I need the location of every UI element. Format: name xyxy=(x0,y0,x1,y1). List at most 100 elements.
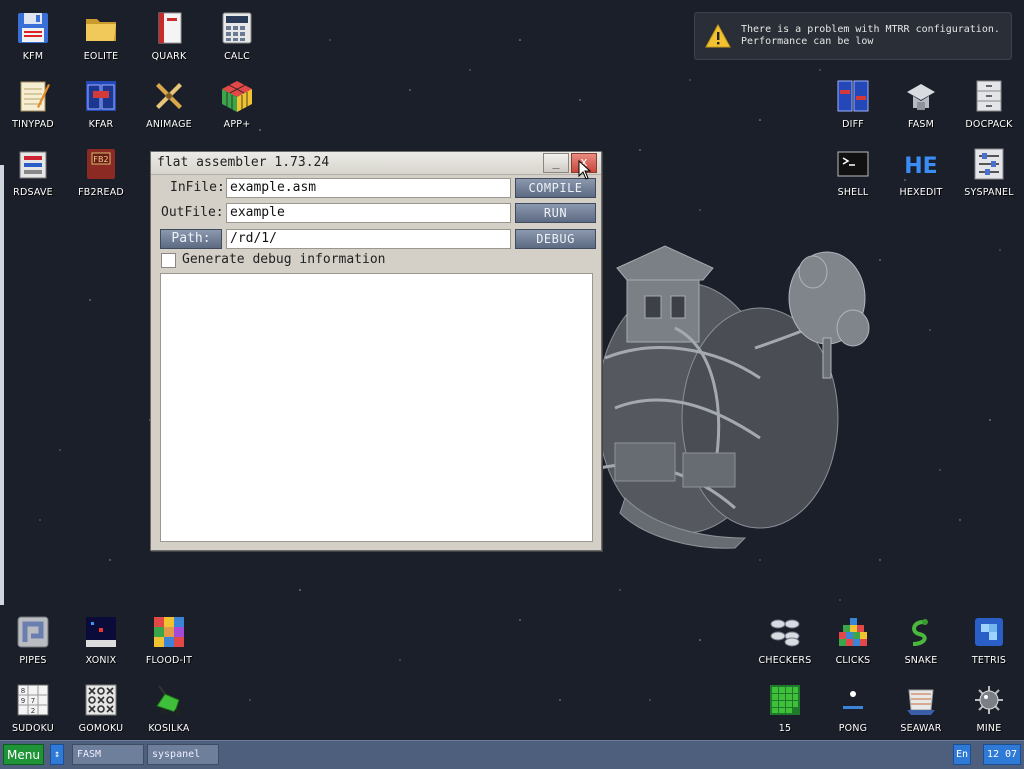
icon-label: HEXEDIT xyxy=(899,187,943,198)
icon-label: GOMOKU xyxy=(78,723,124,734)
desktop-icon-docpack[interactable]: DOCPACK xyxy=(956,74,1022,138)
color-grid-icon xyxy=(151,614,187,650)
notification-text: There is a problem with MTRR configurati… xyxy=(741,24,1000,48)
desktop-icon-animage[interactable]: ANIMAGE xyxy=(136,74,202,138)
desktop-icon-hexedit[interactable]: HE HEXEDIT xyxy=(888,142,954,206)
cube-icon xyxy=(219,78,255,114)
desktop-icon-syspanel[interactable]: SYSPANEL xyxy=(956,142,1022,206)
notification-line-1: There is a problem with MTRR configurati… xyxy=(741,24,1000,35)
desktop-icon-quark[interactable]: QUARK xyxy=(136,6,202,70)
fasm-icon xyxy=(903,78,939,114)
desktop-icon-sudoku[interactable]: 8 97 2 SUDOKU xyxy=(0,678,66,742)
sliders-icon xyxy=(971,146,1007,182)
disk-save-icon xyxy=(15,146,51,182)
treehouse-wallpaper-art xyxy=(596,245,870,549)
desktop-icon-flood-it[interactable]: FLOOD-IT xyxy=(136,610,202,674)
pipes-icon xyxy=(15,614,51,650)
language-indicator[interactable]: En xyxy=(953,744,971,765)
icon-label: KOSILKA xyxy=(148,723,190,734)
desktop-icon-snake[interactable]: SNAKE xyxy=(888,610,954,674)
ship-icon xyxy=(903,682,939,718)
desktop-icon-fifteen[interactable]: 15 xyxy=(752,678,818,742)
desktop-icon-kfm[interactable]: KFM xyxy=(0,6,66,70)
icon-label: CALC xyxy=(224,51,250,62)
taskbar-clock[interactable]: 12 07 xyxy=(983,744,1021,765)
desktop-icon-fasm[interactable]: FASM xyxy=(888,74,954,138)
icon-label: 15 xyxy=(778,723,792,734)
icon-label: DOCPACK xyxy=(965,119,1013,130)
folder-icon xyxy=(83,10,119,46)
svg-text:2: 2 xyxy=(31,707,35,715)
debug-info-label: Generate debug information xyxy=(182,252,386,267)
mouse-cursor-icon xyxy=(578,160,592,180)
desktop-icon-calc[interactable]: CALC xyxy=(204,6,270,70)
desktop-icon-rdsave[interactable]: RDSAVE xyxy=(0,142,66,206)
icon-label: FB2READ xyxy=(78,187,124,198)
desktop-icon-tetris[interactable]: TETRIS xyxy=(956,610,1022,674)
desktop-icon-kfar[interactable]: KFAR xyxy=(68,74,134,138)
book-icon xyxy=(151,10,187,46)
desktop-icon-xonix[interactable]: XONIX xyxy=(68,610,134,674)
terminal-icon xyxy=(835,146,871,182)
desktop-icon-fb2read[interactable]: FB2 FB2READ xyxy=(68,142,134,206)
icon-label: QUARK xyxy=(151,51,187,62)
lawnmower-icon xyxy=(151,682,187,718)
icon-label: DIFF xyxy=(842,119,864,130)
desktop-icon-pong[interactable]: PONG xyxy=(820,678,886,742)
icon-label: CLICKS xyxy=(835,655,871,666)
infile-field[interactable]: example.asm xyxy=(226,178,511,198)
icon-label: RDSAVE xyxy=(13,187,53,198)
window-titlebar[interactable]: flat assembler 1.73.24 _ x xyxy=(151,152,601,175)
svg-text:8: 8 xyxy=(21,687,25,695)
desktop-icon-tinypad[interactable]: TINYPAD xyxy=(0,74,66,138)
desktop-icon-checkers[interactable]: CHECKERS xyxy=(752,610,818,674)
debug-info-checkbox[interactable] xyxy=(161,253,176,268)
desktop-icon-pipes[interactable]: PIPES xyxy=(0,610,66,674)
icon-label: FASM xyxy=(907,119,935,130)
output-textarea[interactable] xyxy=(160,273,593,542)
desktop-icon-kosilka[interactable]: KOSILKA xyxy=(136,678,202,742)
icon-label: APP+ xyxy=(223,119,251,130)
icon-label: SNAKE xyxy=(904,655,938,666)
icon-label: PONG xyxy=(838,723,868,734)
taskbar-switch-button[interactable]: ↕ xyxy=(50,744,64,765)
path-button[interactable]: Path: xyxy=(160,229,222,249)
menu-button[interactable]: Menu xyxy=(3,744,44,765)
warning-icon xyxy=(705,24,731,48)
desktop-icon-gomoku[interactable]: GOMOKU xyxy=(68,678,134,742)
hex-icon: HE xyxy=(903,146,939,182)
mtrr-warning-notification[interactable]: There is a problem with MTRR configurati… xyxy=(694,12,1012,60)
icon-label: SUDOKU xyxy=(12,723,54,734)
infile-label: InFile: xyxy=(170,180,225,195)
desktop-icon-app-plus[interactable]: APP+ xyxy=(204,74,270,138)
icon-label: SHELL xyxy=(837,187,869,198)
taskbar-item-fasm[interactable]: FASM xyxy=(72,744,144,765)
minimize-button[interactable]: _ xyxy=(543,153,569,173)
desktop-icon-mine[interactable]: MINE xyxy=(956,678,1022,742)
compile-button[interactable]: COMPILE xyxy=(515,178,596,198)
fifteen-puzzle-icon xyxy=(767,682,803,718)
desktop-icon-diff[interactable]: DIFF xyxy=(820,74,886,138)
file-manager-icon xyxy=(83,78,119,114)
path-field[interactable]: /rd/1/ xyxy=(226,229,511,249)
icon-label: PIPES xyxy=(19,655,47,666)
outfile-field[interactable]: example xyxy=(226,203,511,223)
icon-label: ANIMAGE xyxy=(146,119,192,130)
desktop-icon-seawar[interactable]: SEAWAR xyxy=(888,678,954,742)
blocks-icon xyxy=(835,614,871,650)
xonix-icon xyxy=(83,614,119,650)
svg-text:HE: HE xyxy=(904,154,937,179)
desktop-icon-shell[interactable]: SHELL xyxy=(820,142,886,206)
icon-label: MINE xyxy=(976,723,1002,734)
icon-label: TINYPAD xyxy=(12,119,54,130)
debug-button[interactable]: DEBUG xyxy=(515,229,596,249)
taskbar-item-syspanel[interactable]: syspanel xyxy=(147,744,219,765)
desktop-icon-clicks[interactable]: CLICKS xyxy=(820,610,886,674)
svg-text:FB2: FB2 xyxy=(93,155,108,164)
gomoku-icon xyxy=(83,682,119,718)
cabinet-icon xyxy=(971,78,1007,114)
svg-text:7: 7 xyxy=(31,697,35,705)
desktop-icon-eolite[interactable]: EOLITE xyxy=(68,6,134,70)
svg-text:9: 9 xyxy=(21,697,25,705)
run-button[interactable]: RUN xyxy=(515,203,596,223)
